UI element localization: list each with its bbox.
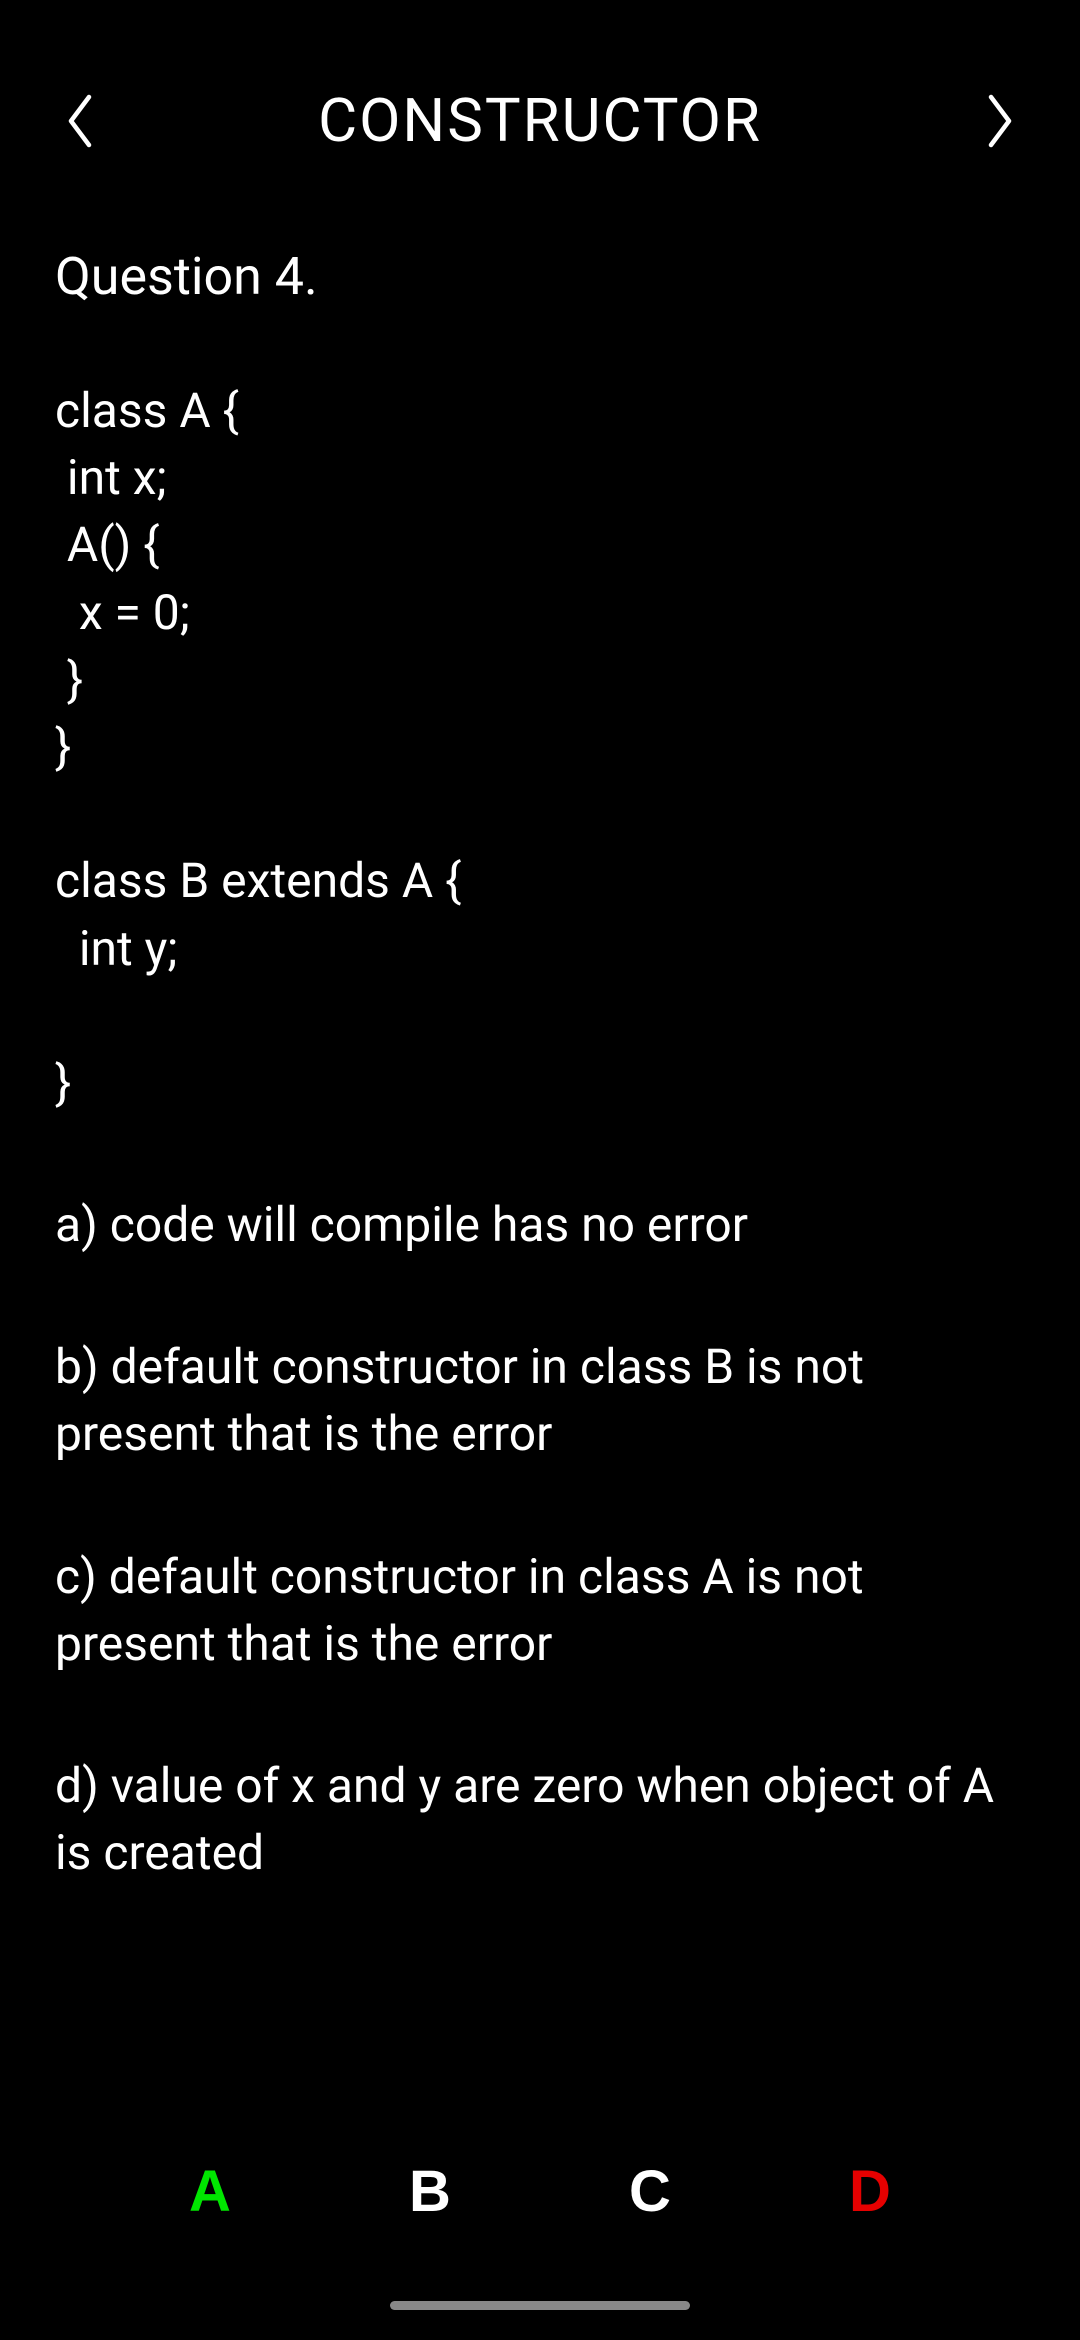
content: Question 4. class A { int x; A() { x = 0… — [0, 246, 1080, 1886]
option-a: a) code will compile has no error — [55, 1191, 1025, 1258]
forward-button[interactable] — [970, 91, 1030, 151]
answer-bar: A B C D — [0, 2158, 1080, 2225]
option-d: d) value of x and y are zero when object… — [55, 1752, 1025, 1886]
answer-button-c[interactable]: C — [610, 2158, 690, 2225]
answer-button-a[interactable]: A — [170, 2158, 250, 2225]
answer-button-b[interactable]: B — [390, 2158, 470, 2225]
question-label: Question 4. — [55, 246, 1025, 307]
page-title: CONSTRUCTOR — [318, 85, 762, 156]
option-c: c) default constructor in class A is not… — [55, 1543, 1025, 1677]
header: CONSTRUCTOR — [0, 0, 1080, 196]
options-list: a) code will compile has no error b) def… — [55, 1191, 1025, 1886]
answer-button-d[interactable]: D — [830, 2158, 910, 2225]
chevron-right-icon — [982, 91, 1018, 151]
home-indicator — [390, 2301, 690, 2310]
back-button[interactable] — [50, 91, 110, 151]
chevron-left-icon — [62, 91, 98, 151]
code-block: class A { int x; A() { x = 0; } } class … — [55, 377, 1025, 1116]
option-b: b) default constructor in class B is not… — [55, 1333, 1025, 1467]
